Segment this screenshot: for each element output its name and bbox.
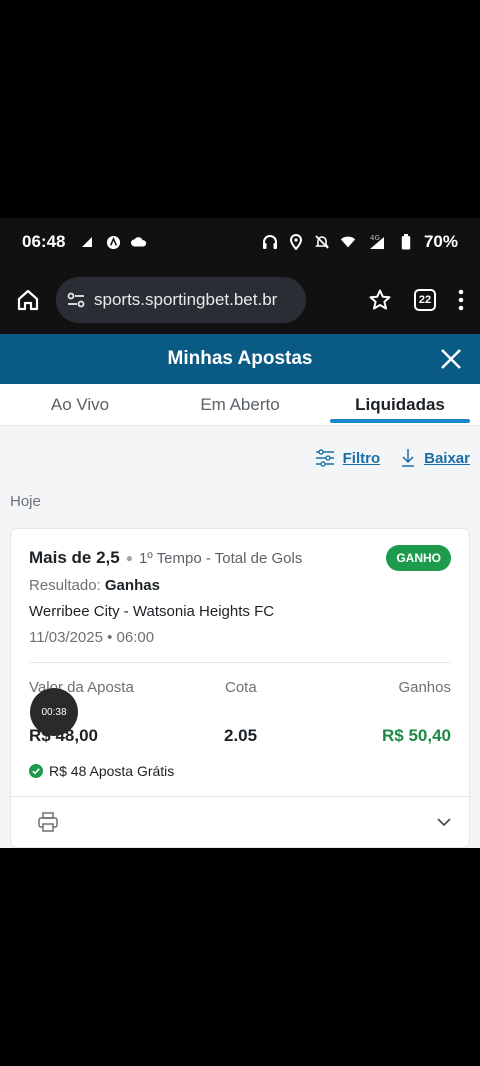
free-bet-text: R$ 48 Aposta Grátis — [49, 763, 175, 779]
screen: 06:48 4G 70% sports.sportingbet.bet.br 2… — [0, 0, 480, 1066]
site-settings-icon[interactable] — [66, 290, 86, 310]
notification-icons — [79, 234, 147, 250]
battery-level: 70% — [423, 232, 458, 251]
odds-value: 2.05 — [224, 726, 258, 745]
wifi-icon — [340, 234, 356, 250]
tab-em-aberto[interactable]: Em Aberto — [160, 384, 320, 425]
bet-description: 1º Tempo - Total de Gols — [138, 549, 303, 567]
cellular-signal-icon: 4G — [366, 234, 388, 250]
bet-card-header: Mais de 2,5 ● 1º Tempo - Total de Gols G… — [29, 545, 451, 571]
bet-card: Mais de 2,5 ● 1º Tempo - Total de Gols G… — [10, 528, 470, 848]
bet-result: Resultado: Ganhas — [29, 577, 160, 594]
download-icon — [402, 449, 415, 467]
more-menu-icon[interactable] — [458, 289, 464, 311]
download-label: Baixar — [424, 449, 470, 467]
print-icon[interactable] — [37, 811, 59, 833]
status-bar: 06:48 4G 70% — [0, 218, 480, 266]
mute-icon — [314, 234, 330, 250]
bet-market: Mais de 2,5 — [29, 548, 120, 567]
network-type: 4G — [370, 234, 380, 242]
headphones-icon — [262, 234, 278, 250]
close-icon[interactable] — [438, 346, 464, 372]
result-label: Resultado: — [29, 577, 101, 594]
download-button[interactable]: Baixar — [400, 448, 470, 468]
separator-dot: ● — [125, 551, 133, 565]
chevron-down-icon[interactable] — [435, 813, 453, 831]
match-teams: Werribee City - Watsonia Heights FC — [29, 603, 275, 620]
bet-tabs: Ao Vivo Em Aberto Liquidadas — [0, 384, 480, 426]
app-notification-icon — [105, 234, 121, 250]
signal-stack-icon — [79, 234, 95, 250]
home-icon — [17, 289, 39, 311]
cloud-icon — [131, 234, 147, 250]
tab-switcher-button[interactable]: 22 — [414, 289, 436, 311]
odds-label: Cota — [225, 679, 257, 696]
bookmark-star-icon[interactable] — [368, 288, 392, 312]
app-header: Minhas Apostas — [0, 334, 480, 384]
filter-icon — [315, 449, 334, 467]
address-bar[interactable]: sports.sportingbet.bet.br — [56, 277, 306, 323]
battery-icon — [398, 234, 414, 250]
status-badge: GANHO — [386, 545, 451, 571]
filter-label: Filtro — [342, 449, 381, 467]
filter-button[interactable]: Filtro — [315, 449, 381, 467]
result-value: Ganhas — [104, 577, 160, 594]
winnings-value: R$ 50,40 — [382, 726, 451, 745]
browser-toolbar: sports.sportingbet.bet.br 22 — [0, 266, 480, 334]
browser-actions: 22 — [368, 288, 470, 312]
page-title: Minhas Apostas — [167, 348, 313, 369]
winnings-label: Ganhos — [398, 679, 451, 696]
bets-content: Filtro Baixar Hoje Mais de 2,5 ● 1º Temp… — [0, 426, 480, 848]
location-icon — [288, 234, 304, 250]
bet-card-footer — [11, 796, 469, 848]
url-text: sports.sportingbet.bet.br — [94, 290, 278, 309]
free-bet-info: R$ 48 Aposta Grátis — [29, 763, 174, 779]
actions-row: Filtro Baixar — [315, 448, 470, 468]
status-right: 4G 70% — [262, 232, 458, 252]
tab-ao-vivo[interactable]: Ao Vivo — [0, 384, 160, 425]
date-section-label: Hoje — [10, 493, 41, 510]
tab-liquidadas[interactable]: Liquidadas — [320, 384, 480, 425]
home-button[interactable] — [10, 282, 46, 318]
match-date: 11/03/2025 • 06:00 — [29, 629, 155, 646]
divider — [29, 662, 451, 663]
recording-timer[interactable]: 00:38 — [30, 688, 78, 736]
status-time: 06:48 — [22, 232, 66, 251]
check-circle-icon — [29, 764, 43, 778]
